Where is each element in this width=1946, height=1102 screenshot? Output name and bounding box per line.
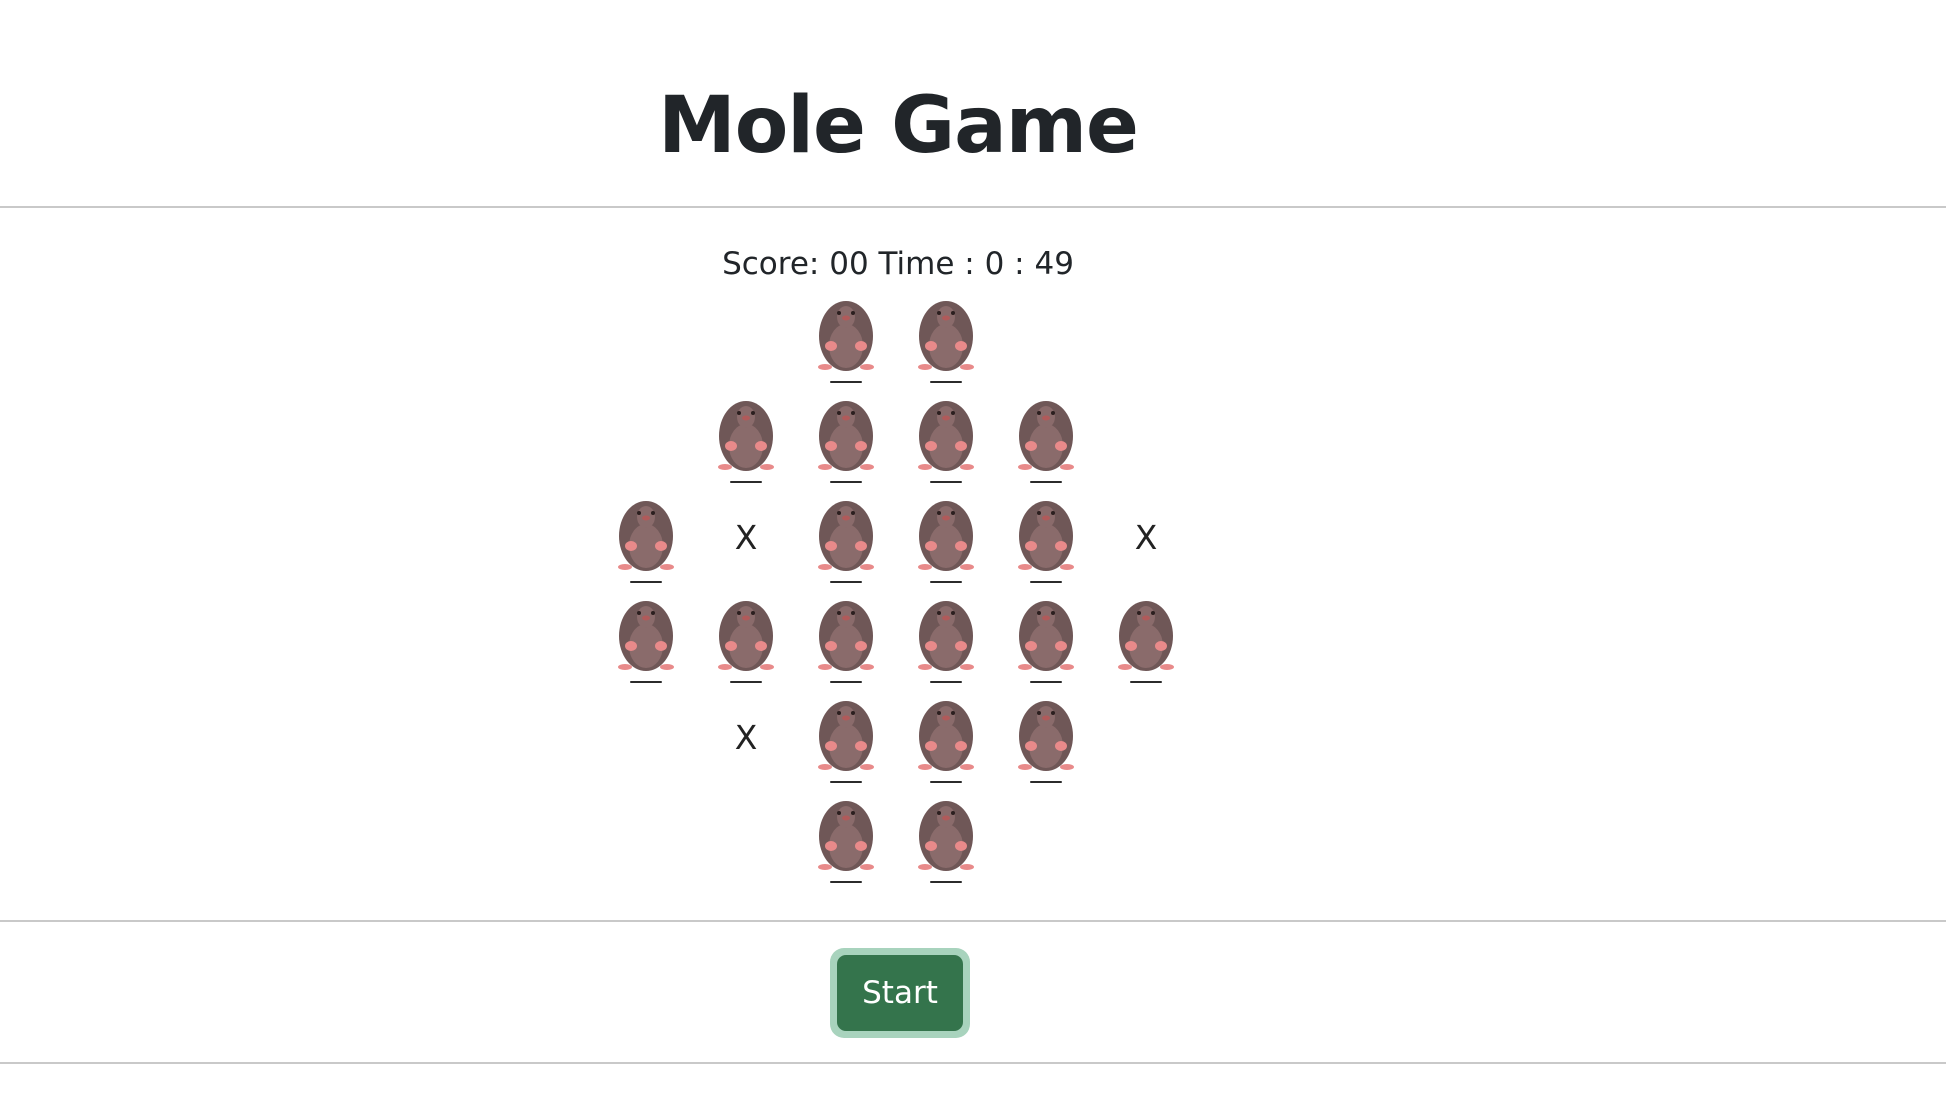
- miss-hole[interactable]: X: [696, 688, 796, 788]
- mole-hole[interactable]: [1096, 588, 1196, 688]
- mole-hole[interactable]: [996, 688, 1096, 788]
- mole-icon: [818, 301, 874, 383]
- mole-hole[interactable]: [896, 688, 996, 788]
- mole-hole[interactable]: [796, 688, 896, 788]
- mole-icon: [818, 701, 874, 783]
- miss-hole[interactable]: X: [696, 488, 796, 588]
- mole-hole[interactable]: [896, 788, 996, 888]
- mole-hole[interactable]: [896, 588, 996, 688]
- miss-hole[interactable]: X: [1096, 488, 1196, 588]
- mole-icon: [618, 501, 674, 583]
- mole-hole[interactable]: [696, 588, 796, 688]
- mole-icon: [1018, 601, 1074, 683]
- start-button[interactable]: Start: [830, 948, 970, 1038]
- mole-icon: [918, 501, 974, 583]
- mole-hole[interactable]: [796, 388, 896, 488]
- mole-hole[interactable]: [996, 388, 1096, 488]
- mole-icon: [918, 801, 974, 883]
- mole-hole[interactable]: [996, 488, 1096, 588]
- miss-mark: X: [734, 518, 758, 557]
- mole-hole[interactable]: [596, 488, 696, 588]
- mole-icon: [1018, 401, 1074, 483]
- start-button-label: Start: [837, 955, 963, 1031]
- mole-icon: [1018, 501, 1074, 583]
- mole-icon: [918, 701, 974, 783]
- board-divider: [0, 920, 1946, 922]
- mole-hole[interactable]: [896, 288, 996, 388]
- mole-hole[interactable]: [896, 488, 996, 588]
- mole-icon: [918, 301, 974, 383]
- miss-mark: X: [734, 718, 758, 757]
- mole-hole[interactable]: [696, 388, 796, 488]
- mole-hole[interactable]: [596, 588, 696, 688]
- mole-icon: [818, 401, 874, 483]
- mole-board: X X X: [0, 0, 1946, 1102]
- mole-hole[interactable]: [796, 788, 896, 888]
- mole-hole[interactable]: [796, 288, 896, 388]
- mole-icon: [618, 601, 674, 683]
- mole-hole[interactable]: [896, 388, 996, 488]
- mole-icon: [1018, 701, 1074, 783]
- mole-hole[interactable]: [796, 588, 896, 688]
- mole-icon: [818, 501, 874, 583]
- mole-hole[interactable]: [796, 488, 896, 588]
- miss-mark: X: [1134, 518, 1158, 557]
- mole-icon: [718, 401, 774, 483]
- mole-icon: [818, 601, 874, 683]
- mole-hole[interactable]: [996, 588, 1096, 688]
- mole-icon: [918, 601, 974, 683]
- mole-icon: [918, 401, 974, 483]
- footer-divider: [0, 1062, 1946, 1064]
- mole-icon: [818, 801, 874, 883]
- mole-icon: [718, 601, 774, 683]
- mole-icon: [1118, 601, 1174, 683]
